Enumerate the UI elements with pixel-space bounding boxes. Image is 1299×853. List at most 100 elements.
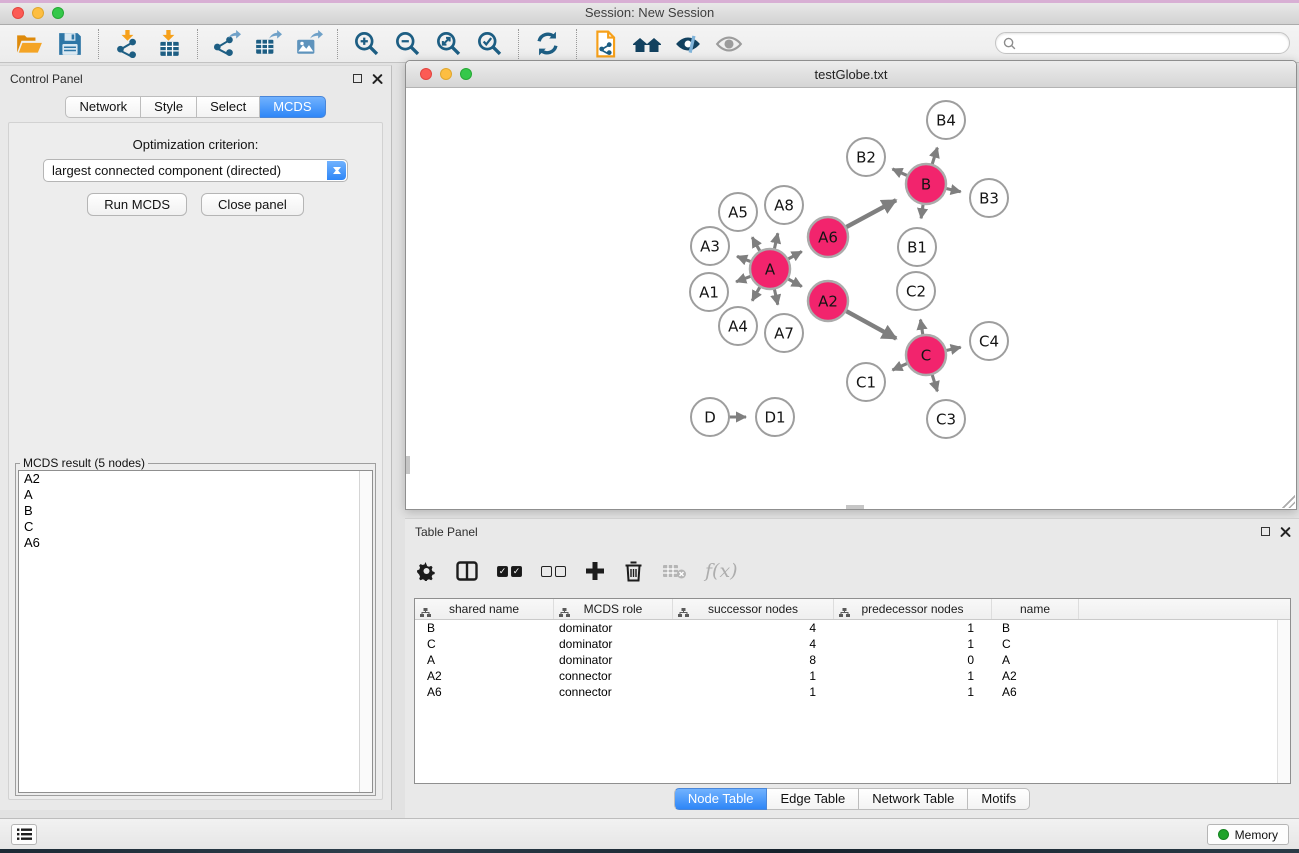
network-canvas[interactable]: AA1A2A3A4A5A6A7A8BB1B2B3B4CC1C2C3C4DD1 (406, 88, 1296, 509)
tab-edge-table[interactable]: Edge Table (767, 788, 859, 810)
tab-style[interactable]: Style (141, 96, 197, 118)
close-panel-icon[interactable] (1280, 526, 1291, 537)
function-builder-icon[interactable]: f(x) (705, 560, 738, 582)
graph-edge-C-C4[interactable] (946, 347, 961, 350)
search-input[interactable] (1020, 36, 1289, 50)
graph-edge-C-C1[interactable] (892, 363, 907, 370)
network-graph[interactable]: AA1A2A3A4A5A6A7A8BB1B2B3B4CC1C2C3C4DD1 (406, 88, 1296, 509)
graph-node-A4[interactable]: A4 (719, 307, 757, 345)
optimization-criterion-select[interactable]: largest connected component (directed) (43, 159, 348, 182)
zoom-selected-icon[interactable] (471, 27, 508, 61)
result-item[interactable]: A2 (19, 471, 372, 487)
graph-node-C1[interactable]: C1 (847, 363, 885, 401)
tab-network-table[interactable]: Network Table (859, 788, 968, 810)
tab-network[interactable]: Network (65, 96, 141, 118)
graph-edge-A-A4[interactable] (752, 286, 760, 300)
tab-motifs[interactable]: Motifs (968, 788, 1030, 810)
open-file-icon[interactable] (10, 27, 47, 61)
graph-edge-A-A8[interactable] (774, 233, 778, 249)
graph-edge-B-B4[interactable] (932, 148, 937, 165)
graph-node-B2[interactable]: B2 (847, 138, 885, 176)
graph-node-C4[interactable]: C4 (970, 322, 1008, 360)
export-table-icon[interactable] (249, 27, 286, 61)
graph-edge-A-A7[interactable] (774, 289, 778, 305)
task-history-button[interactable] (11, 824, 37, 845)
delete-columns-icon[interactable] (624, 561, 643, 582)
graph-node-D[interactable]: D (691, 398, 729, 436)
hide-graphics-details-icon[interactable] (710, 27, 747, 61)
tab-select[interactable]: Select (197, 96, 260, 118)
table-row[interactable]: Adominator80A (415, 652, 1290, 668)
result-item[interactable]: B (19, 503, 372, 519)
graph-node-A[interactable]: A (750, 249, 790, 289)
graph-edge-C-C2[interactable] (920, 320, 922, 336)
graph-edge-A-A2[interactable] (788, 279, 802, 287)
graph-node-A8[interactable]: A8 (765, 186, 803, 224)
save-session-icon[interactable] (51, 27, 88, 61)
zoom-fit-icon[interactable] (430, 27, 467, 61)
export-network-icon[interactable] (208, 27, 245, 61)
table-row[interactable]: A6connector11A6 (415, 684, 1290, 700)
graph-node-A6[interactable]: A6 (808, 217, 848, 257)
graph-node-A3[interactable]: A3 (691, 227, 729, 265)
tab-node-table[interactable]: Node Table (674, 788, 768, 810)
graph-node-C[interactable]: C (906, 335, 946, 375)
horizontal-scroll-nub[interactable] (846, 505, 864, 509)
column-header-shared-name[interactable]: shared name (415, 599, 554, 619)
import-table-icon[interactable] (150, 27, 187, 61)
apply-preferred-layout-icon[interactable] (628, 27, 665, 61)
delete-table-icon[interactable] (662, 563, 686, 579)
refresh-view-icon[interactable] (529, 27, 566, 61)
tab-mcds[interactable]: MCDS (260, 96, 325, 118)
import-network-icon[interactable] (109, 27, 146, 61)
graph-edge-A-A1[interactable] (736, 276, 751, 282)
graph-edge-A-A6[interactable] (788, 251, 802, 259)
export-image-icon[interactable] (290, 27, 327, 61)
column-header-MCDS-role[interactable]: MCDS role (554, 599, 673, 619)
graph-edge-B-B3[interactable] (946, 188, 961, 191)
graph-node-B4[interactable]: B4 (927, 101, 965, 139)
graph-node-A2[interactable]: A2 (808, 281, 848, 321)
table-row[interactable]: Cdominator41C (415, 636, 1290, 652)
graph-node-D1[interactable]: D1 (756, 398, 794, 436)
table-row[interactable]: Bdominator41B (415, 620, 1290, 636)
result-item[interactable]: A (19, 487, 372, 503)
table-row[interactable]: A2connector11A2 (415, 668, 1290, 684)
network-window-titlebar[interactable]: testGlobe.txt (406, 61, 1296, 88)
show-column-icon[interactable] (456, 561, 478, 581)
close-panel-button[interactable]: Close panel (201, 193, 304, 216)
float-panel-icon[interactable] (353, 74, 362, 83)
vertical-scroll-nub[interactable] (406, 456, 410, 474)
column-header-predecessor-nodes[interactable]: predecessor nodes (834, 599, 992, 619)
graph-edge-A-A5[interactable] (752, 237, 760, 251)
zoom-out-icon[interactable] (389, 27, 426, 61)
create-network-from-file-icon[interactable] (587, 27, 624, 61)
result-item[interactable]: A6 (19, 535, 372, 551)
column-header-successor-nodes[interactable]: successor nodes (673, 599, 834, 619)
table-options-icon[interactable] (417, 561, 437, 581)
graph-edge-A6-B[interactable] (846, 200, 897, 227)
run-mcds-button[interactable]: Run MCDS (87, 193, 187, 216)
unselect-all-columns-icon[interactable] (541, 566, 566, 577)
graph-node-A5[interactable]: A5 (719, 193, 757, 231)
close-panel-icon[interactable] (372, 73, 383, 84)
graph-node-B[interactable]: B (906, 164, 946, 204)
graph-node-C2[interactable]: C2 (897, 272, 935, 310)
graph-node-B3[interactable]: B3 (970, 179, 1008, 217)
zoom-in-icon[interactable] (348, 27, 385, 61)
graph-node-B1[interactable]: B1 (898, 228, 936, 266)
column-header-name[interactable]: name (992, 599, 1079, 619)
graph-edge-C-C3[interactable] (932, 374, 937, 391)
graph-edge-B-B2[interactable] (892, 169, 907, 176)
graph-node-A1[interactable]: A1 (690, 273, 728, 311)
graph-edge-A-A3[interactable] (737, 256, 751, 261)
float-panel-icon[interactable] (1261, 527, 1270, 536)
table-scrollbar[interactable] (1277, 620, 1290, 783)
graph-edge-A2-C[interactable] (846, 311, 897, 339)
result-item[interactable]: C (19, 519, 372, 535)
create-new-column-icon[interactable] (585, 561, 605, 581)
graph-node-A7[interactable]: A7 (765, 314, 803, 352)
memory-button[interactable]: Memory (1207, 824, 1289, 845)
graph-edge-B-B1[interactable] (921, 204, 923, 218)
select-all-columns-icon[interactable]: ✓✓ (497, 566, 522, 577)
